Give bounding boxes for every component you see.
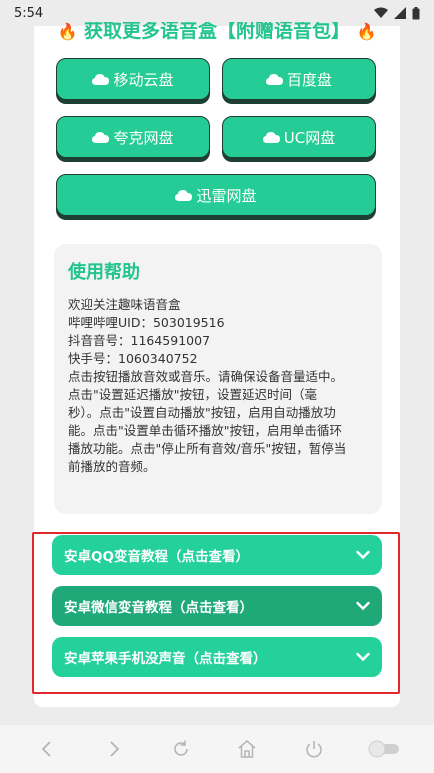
flame-icon: 🔥 [57,22,78,41]
chevron-down-icon [356,652,370,662]
download-label: 迅雷网盘 [196,186,257,205]
accordion-label: 安卓微信变音教程（点击查看） [64,600,253,616]
chevron-down-icon [356,550,370,560]
toggle-switch[interactable] [366,734,402,764]
help-line: 哔哩哔哩UID：503019516 [68,315,225,330]
battery-icon [412,6,420,19]
accordion-label: 安卓QQ变音教程（点击查看） [64,549,249,565]
download-button-uc[interactable]: UC网盘 [222,116,376,158]
cloud-icon [175,190,193,201]
tutorial-accordion-wechat[interactable]: 安卓微信变音教程（点击查看） [52,586,382,626]
status-icons [374,6,420,20]
help-line: 能。点击"设置单击循环播放"按钮，启用单击循环 [68,423,342,438]
chevron-left-icon [42,741,51,757]
download-label: 夸克网盘 [113,128,174,147]
home-icon [238,740,256,758]
refresh-icon [173,740,188,756]
signal-icon [394,7,406,19]
help-line: 抖音音号：1164591007 [68,333,211,348]
status-time: 5:54 [14,5,44,21]
help-line: 秒）。点击"设置自动播放"按钮，启用自动播放功 [68,405,336,420]
cloud-icon [265,74,283,85]
chevron-right-icon [110,741,120,757]
download-button-baidu[interactable]: 百度盘 [222,58,376,100]
bottom-nav [0,725,434,773]
cloud-icon [262,132,280,143]
download-button-mobile-cloud[interactable]: 移动云盘 [56,58,210,100]
tutorial-accordion-qq[interactable]: 安卓QQ变音教程（点击查看） [52,535,382,575]
download-button-quark[interactable]: 夸克网盘 [56,116,210,158]
help-line: 前播放的音频。 [68,459,156,474]
home-button[interactable] [232,734,262,764]
help-line: 快手号：1060340752 [68,351,198,366]
download-label: UC网盘 [283,128,336,147]
help-line: 播放功能。点击"停止所有音效/音乐"按钮，暂停当 [68,441,347,456]
accordion-label: 安卓苹果手机没声音（点击查看） [64,651,267,667]
back-button[interactable] [32,734,62,764]
download-label: 百度盘 [286,70,332,89]
page-title: 🔥 获取更多语音盒【附赠语音包】 🔥 [34,22,400,44]
power-icon [306,741,322,758]
help-line: 点击"设置延迟播放"按钮，设置延迟时间（毫 [68,387,317,402]
refresh-button[interactable] [166,734,196,764]
cloud-icon [92,74,110,85]
help-line: 点击按钮播放音效或音乐。请确保设备音量适中。 [68,369,344,384]
forward-button[interactable] [99,734,129,764]
download-label: 移动云盘 [113,70,174,89]
title-text: 获取更多语音盒【附赠语音包】 [83,22,350,42]
tutorial-accordion-apple[interactable]: 安卓苹果手机没声音（点击查看） [52,637,382,677]
power-button[interactable] [299,734,329,764]
help-title: 使用帮助 [68,262,140,283]
toggle-icon [368,740,399,758]
flame-icon: 🔥 [356,22,377,41]
help-line: 欢迎关注趣味语音盒 [68,297,181,312]
cloud-icon [92,132,110,143]
download-button-xunlei[interactable]: 迅雷网盘 [56,174,376,216]
help-panel: 使用帮助 欢迎关注趣味语音盒 哔哩哔哩UID：503019516 抖音音号：11… [54,244,382,514]
wifi-icon [374,7,388,18]
chevron-down-icon [356,601,370,611]
